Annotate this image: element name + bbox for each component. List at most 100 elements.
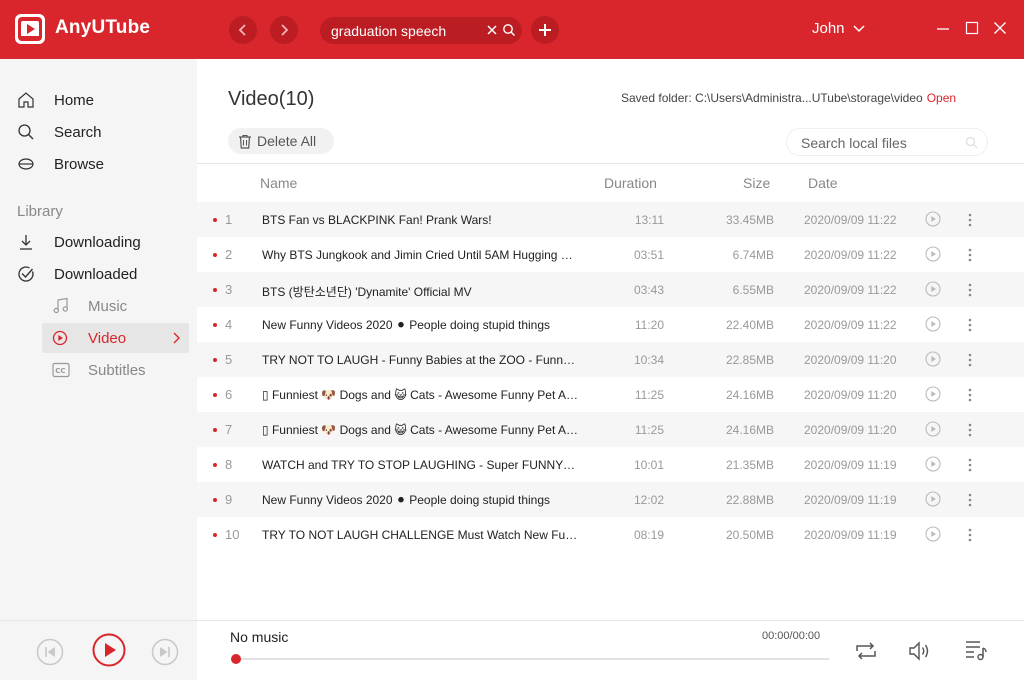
playlist-icon[interactable] (964, 638, 988, 662)
next-icon[interactable] (151, 638, 179, 666)
sidebar: Home Search Browse Library Downloading D… (0, 59, 197, 620)
video-title[interactable]: BTS (방탄소년단) 'Dynamite' Official MV (262, 283, 578, 300)
table-row[interactable]: 10 TRY TO NOT LAUGH CHALLENGE Must Watch … (197, 517, 1024, 552)
repeat-icon[interactable] (854, 640, 878, 662)
progress-handle[interactable] (231, 654, 241, 664)
column-size[interactable]: Size (743, 175, 770, 191)
video-title[interactable]: WATCH and TRY TO STOP LAUGHING - Super F… (262, 458, 578, 472)
delete-all-button[interactable]: Delete All (228, 128, 334, 154)
more-icon[interactable] (967, 352, 973, 368)
video-size: 6.55MB (732, 283, 774, 297)
minimize-icon[interactable] (936, 22, 950, 36)
video-date: 2020/09/09 11:19 (804, 493, 897, 507)
more-icon[interactable] (967, 387, 973, 403)
table-row[interactable]: 3 BTS (방탄소년단) 'Dynamite' Official MV 03:43… (197, 272, 1024, 307)
video-title[interactable]: Why BTS Jungkook and Jimin Cried Until 5… (262, 248, 578, 262)
more-icon[interactable] (967, 457, 973, 473)
playback-time: 00:00/00:00 (762, 630, 821, 642)
previous-icon[interactable] (36, 638, 64, 666)
table-header: Name Duration Size Date (197, 167, 1024, 199)
video-title[interactable]: ▯ Funniest 🐶 Dogs and 😺 Cats - Awesome F… (262, 388, 578, 402)
back-button[interactable] (229, 16, 257, 44)
add-tab-button[interactable] (531, 16, 559, 44)
play-icon[interactable] (92, 633, 126, 667)
table-row[interactable]: 6 ▯ Funniest 🐶 Dogs and 😺 Cats - Awesome … (197, 377, 1024, 412)
new-indicator (213, 288, 217, 292)
user-menu[interactable]: John (812, 20, 865, 37)
local-search-input[interactable] (801, 134, 956, 152)
play-icon[interactable] (925, 351, 941, 367)
more-icon[interactable] (967, 492, 973, 508)
search-input[interactable] (331, 21, 481, 40)
sidebar-item-downloading[interactable]: Downloading (17, 229, 141, 255)
sidebar-item-browse[interactable]: Browse (17, 151, 104, 177)
video-duration: 08:19 (633, 528, 664, 542)
table-row[interactable]: 7 ▯ Funniest 🐶 Dogs and 😺 Cats - Awesome … (197, 412, 1024, 447)
table-row[interactable]: 2 Why BTS Jungkook and Jimin Cried Until … (197, 237, 1024, 272)
sidebar-item-downloaded[interactable]: Downloaded (17, 261, 137, 287)
more-icon[interactable] (967, 317, 973, 333)
table-row[interactable]: 1 BTS Fan vs BLACKPINK Fan! Prank Wars! 13… (197, 202, 1024, 237)
sidebar-item-label: Subtitles (88, 361, 146, 379)
video-duration: 10:01 (633, 458, 664, 472)
search-icon[interactable] (502, 23, 516, 37)
play-icon[interactable] (925, 491, 941, 507)
table-row[interactable]: 8 WATCH and TRY TO STOP LAUGHING - Super … (197, 447, 1024, 482)
maximize-icon[interactable] (965, 21, 979, 35)
new-indicator (213, 323, 217, 327)
more-icon[interactable] (967, 247, 973, 263)
table-row[interactable]: 4 New Funny Videos 2020 ⚫ People doing st… (197, 307, 1024, 342)
sidebar-item-music[interactable]: Music (42, 291, 189, 321)
sidebar-item-video[interactable]: Video (42, 323, 189, 353)
sidebar-item-label: Browse (54, 155, 105, 173)
video-title[interactable]: TRY TO NOT LAUGH CHALLENGE Must Watch Ne… (262, 528, 578, 542)
video-size: 22.88MB (725, 493, 774, 507)
sidebar-item-label: Search (54, 123, 102, 141)
play-icon[interactable] (925, 211, 941, 227)
column-duration[interactable]: Duration (604, 175, 657, 191)
progress-track[interactable] (236, 658, 829, 660)
play-icon[interactable] (925, 421, 941, 437)
play-icon[interactable] (925, 246, 941, 262)
video-size: 22.85MB (725, 353, 774, 367)
search-icon[interactable] (965, 136, 978, 149)
column-date[interactable]: Date (808, 175, 838, 191)
video-title[interactable]: TRY NOT TO LAUGH - Funny Babies at the Z… (262, 353, 578, 367)
video-date: 2020/09/09 11:22 (804, 248, 897, 262)
forward-button[interactable] (270, 16, 298, 44)
more-icon[interactable] (967, 282, 973, 298)
close-icon[interactable] (993, 21, 1007, 35)
play-icon[interactable] (925, 526, 941, 542)
video-title[interactable]: New Funny Videos 2020 ⚫ People doing stu… (262, 493, 578, 507)
trash-icon (239, 134, 251, 149)
new-indicator (213, 498, 217, 502)
sidebar-item-search[interactable]: Search (17, 119, 102, 145)
column-name[interactable]: Name (260, 175, 297, 191)
play-icon[interactable] (925, 316, 941, 332)
video-duration: 03:51 (633, 248, 664, 262)
video-title[interactable]: ▯ Funniest 🐶 Dogs and 😺 Cats - Awesome F… (262, 423, 578, 437)
delete-all-label: Delete All (257, 133, 317, 149)
row-number: 10 (225, 527, 240, 542)
table-row[interactable]: 5 TRY NOT TO LAUGH - Funny Babies at the … (197, 342, 1024, 377)
table-row[interactable]: 9 New Funny Videos 2020 ⚫ People doing st… (197, 482, 1024, 517)
video-title[interactable]: New Funny Videos 2020 ⚫ People doing stu… (262, 318, 578, 332)
row-number: 8 (225, 457, 233, 472)
clear-icon[interactable] (485, 23, 499, 37)
more-icon[interactable] (967, 422, 973, 438)
video-date: 2020/09/09 11:20 (804, 423, 897, 437)
play-icon[interactable] (925, 386, 941, 402)
sidebar-item-home[interactable]: Home (17, 87, 94, 113)
new-indicator (213, 358, 217, 362)
play-icon[interactable] (925, 456, 941, 472)
volume-icon[interactable] (908, 640, 934, 662)
play-icon[interactable] (925, 281, 941, 297)
sidebar-item-subtitles[interactable]: CC Subtitles (42, 355, 189, 385)
video-list: 1 BTS Fan vs BLACKPINK Fan! Prank Wars! 13… (197, 202, 1024, 552)
main-panel: Video(10) Saved folder: C:\Users\Adminis… (197, 59, 1024, 620)
more-icon[interactable] (967, 212, 973, 228)
more-icon[interactable] (967, 527, 973, 543)
open-folder-link[interactable]: Open (927, 91, 956, 105)
video-title[interactable]: BTS Fan vs BLACKPINK Fan! Prank Wars! (262, 213, 578, 227)
video-date: 2020/09/09 11:22 (804, 318, 897, 332)
